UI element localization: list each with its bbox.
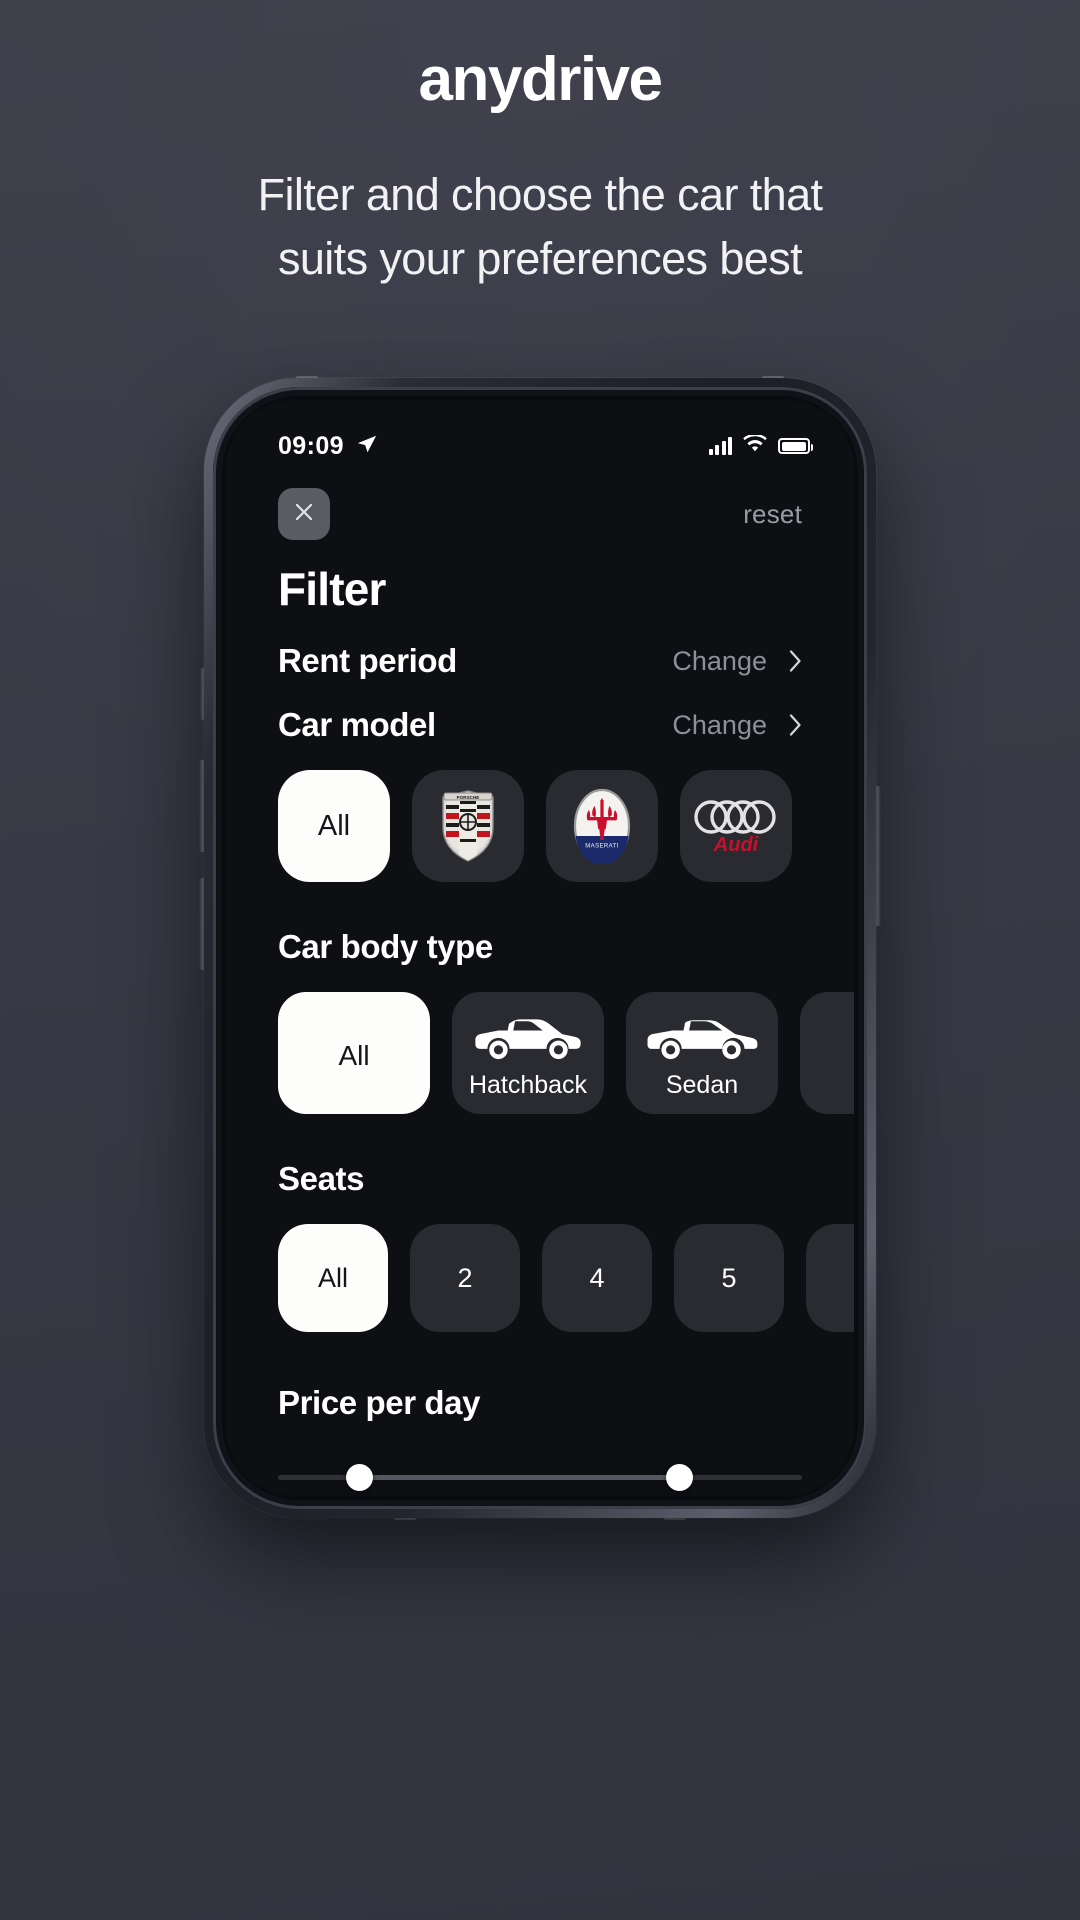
seats-chip-row[interactable]: All 2 4 5 <box>226 1224 854 1332</box>
body-type-chip-sedan[interactable]: Sedan <box>626 992 778 1114</box>
seats-chip-all[interactable]: All <box>278 1224 388 1332</box>
status-bar-clock: 09:09 <box>278 431 344 460</box>
close-button[interactable] <box>278 488 330 540</box>
brand-chip-row[interactable]: All PORSCHE MASERATI Audi <box>226 770 854 882</box>
body-type-chip-row[interactable]: All Hatchback Sedan <box>226 992 854 1114</box>
seats-chip-label: 5 <box>721 1262 737 1293</box>
seats-chip-label: 4 <box>589 1262 605 1293</box>
sedan-car-icon <box>646 1012 758 1065</box>
brand-chip-audi[interactable]: Audi <box>680 770 792 882</box>
price-range-slider[interactable] <box>278 1464 802 1491</box>
section-title-seats: Seats <box>278 1160 365 1197</box>
status-bar: 09:09 <box>226 400 854 474</box>
hero-subtitle-line-1: Filter and choose the car that <box>257 169 823 221</box>
seats-section-header: Seats <box>226 1160 854 1198</box>
section-title-price: Price per day <box>278 1384 481 1421</box>
filter-screen: reset Filter Rent period Change Car mode… <box>226 474 854 1496</box>
section-title-body-type: Car body type <box>278 928 493 965</box>
slider-track-fill <box>351 1475 682 1480</box>
brand-title: anydrive <box>418 45 663 114</box>
chevron-right-icon <box>789 714 802 736</box>
svg-text:MASERATI: MASERATI <box>585 844 618 850</box>
wifi-icon <box>743 433 767 458</box>
seats-chip-label: 2 <box>457 1262 473 1293</box>
body-type-section-header: Car body type <box>226 928 854 966</box>
body-type-chip-hatchback[interactable]: Hatchback <box>452 992 604 1114</box>
hero-subtitle: Filter and choose the car that suits you… <box>0 163 1080 291</box>
phone-frame: 09:09 reset Filter Rent period Change Ca… <box>204 378 876 1518</box>
body-type-chip-all[interactable]: All <box>278 992 430 1114</box>
seats-chip-label: All <box>317 1262 348 1293</box>
body-type-chip-label: All <box>338 1040 370 1071</box>
location-arrow-icon <box>356 433 378 460</box>
option-label: Rent period <box>278 642 457 679</box>
option-row-car-model[interactable]: Car model Change <box>278 706 802 744</box>
maserati-logo: MASERATI <box>573 788 631 864</box>
brand-chip-maserati[interactable]: MASERATI <box>546 770 658 882</box>
seats-chip-5[interactable]: 5 <box>674 1224 784 1332</box>
reset-button[interactable]: reset <box>743 499 802 530</box>
svg-text:Audi: Audi <box>713 834 759 856</box>
phone-screen: 09:09 reset Filter Rent period Change Ca… <box>226 400 854 1496</box>
brand-chip-porsche[interactable]: PORSCHE <box>412 770 524 882</box>
close-icon <box>292 500 316 529</box>
page-title: Filter <box>278 563 386 615</box>
slider-handle-max[interactable] <box>665 1464 693 1491</box>
change-link[interactable]: Change <box>672 710 767 741</box>
change-link[interactable]: Change <box>672 646 767 677</box>
cellular-signal-icon <box>708 437 732 455</box>
seats-chip-2[interactable]: 2 <box>410 1224 520 1332</box>
status-bar-right <box>708 433 813 458</box>
hero-subtitle-line-2: suits your preferences best <box>277 233 803 285</box>
svg-text:PORSCHE: PORSCHE <box>457 795 480 800</box>
body-type-chip-label: Sedan <box>665 1071 739 1099</box>
phone-mockup: 09:09 reset Filter Rent period Change Ca… <box>199 376 881 1520</box>
body-type-chip-label: Hatchback <box>468 1071 588 1099</box>
hatchback-car-icon <box>472 1012 584 1065</box>
chevron-right-icon <box>789 650 802 672</box>
option-label: Car model <box>278 706 436 743</box>
status-bar-left: 09:09 <box>278 432 378 461</box>
battery-icon <box>778 438 813 454</box>
audi-logo: Audi <box>692 795 780 857</box>
price-section: Price per day AED 200 AED 800 <box>226 1384 854 1496</box>
seats-chip-overflow[interactable] <box>806 1224 854 1332</box>
brand-chip-label: All <box>317 809 351 842</box>
hero-section: anydrive Filter and choose the car that … <box>0 0 1080 291</box>
brand-chip-all[interactable]: All <box>278 770 390 882</box>
body-type-chip-overflow[interactable] <box>800 992 854 1114</box>
slider-handle-min[interactable] <box>346 1464 374 1491</box>
seats-chip-4[interactable]: 4 <box>542 1224 652 1332</box>
filter-header-row: reset Filter Rent period Change Car mode… <box>226 488 854 744</box>
porsche-logo: PORSCHE <box>437 789 499 863</box>
option-row-rent-period[interactable]: Rent period Change <box>278 642 802 680</box>
